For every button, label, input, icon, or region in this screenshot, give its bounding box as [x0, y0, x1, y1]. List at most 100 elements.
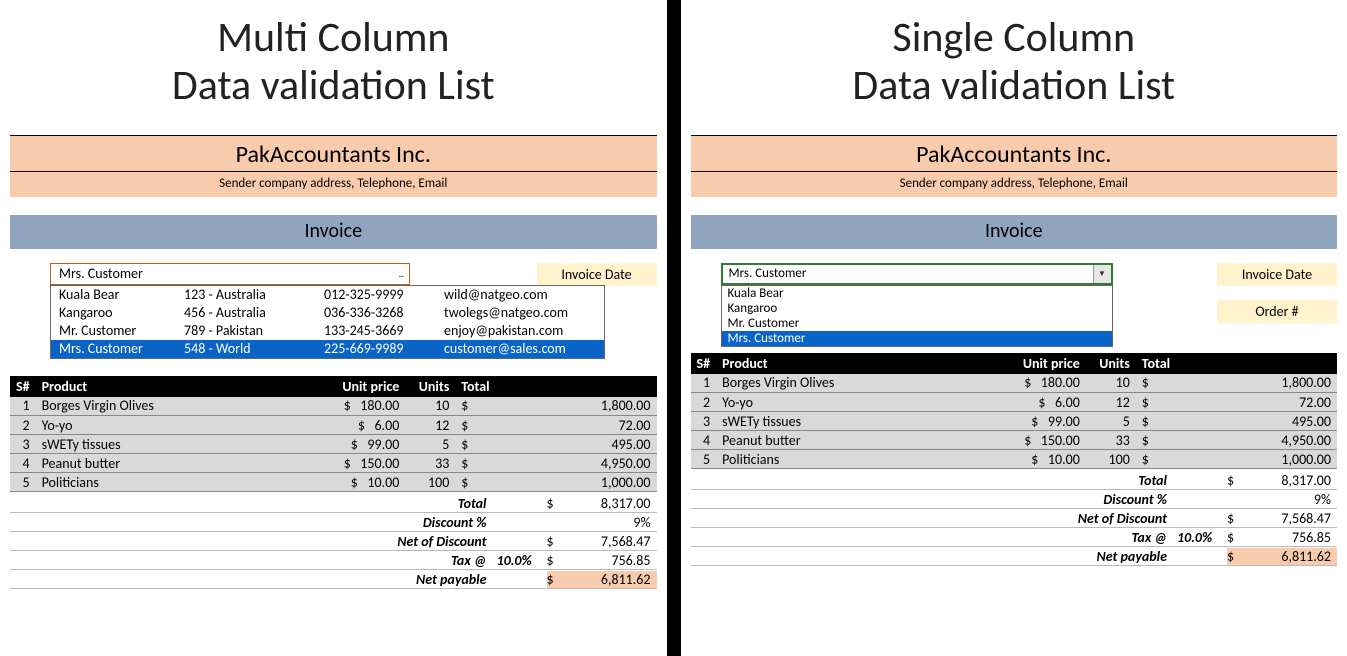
table-row[interactable]: 4Peanut butter$ 150.0033$4,950.00	[691, 431, 1338, 450]
dropdown-row[interactable]: Kuala Bear 123 - Australia 012-325-9999 …	[51, 286, 604, 304]
company-sub: Sender company address, Telephone, Email	[691, 172, 1338, 197]
cell-total: 1,800.00	[1155, 374, 1337, 393]
cell-unit-price: $ 99.00	[996, 412, 1086, 431]
cell-total: 4,950.00	[474, 454, 656, 473]
cell-total: 1,000.00	[1155, 450, 1337, 469]
headline-single: Single Column Data validation List	[691, 14, 1338, 111]
cell-sn: 2	[10, 416, 36, 435]
summary-pct: 10.0%	[1177, 529, 1227, 546]
dropdown-row[interactable]: Kuala Bear	[722, 286, 1112, 301]
customer-combo-multi[interactable]: Mrs. Customer ... Kuala Bear 123 - Austr…	[50, 263, 410, 286]
invoice-band: Invoice	[10, 215, 657, 249]
cell-sn: 5	[691, 450, 717, 469]
combo-dropdown-multi[interactable]: Kuala Bear 123 - Australia 012-325-9999 …	[50, 285, 605, 359]
controls-row: Mrs. Customer ▼ Kuala Bear Kangaroo Mr. …	[691, 263, 1338, 323]
ellipsis-icon[interactable]: ...	[396, 267, 405, 280]
summary-label: Net of Discount	[747, 510, 1177, 527]
cell-sn: 4	[10, 454, 36, 473]
summary-label: Total	[747, 472, 1177, 489]
invoice-table: S# Product Unit price Units Total 1Borge…	[691, 353, 1338, 470]
cell-unit-price: $ 99.00	[315, 435, 405, 454]
summary-label: Tax @	[67, 552, 497, 569]
chevron-down-icon[interactable]: ▼	[1093, 265, 1111, 283]
dd-name: Kuala Bear	[59, 286, 184, 303]
dd-email: customer@sales.com	[444, 340, 596, 357]
cell-sn: 2	[691, 393, 717, 412]
invoice-date-label: Invoice Date	[1217, 263, 1337, 286]
cell-total: 1,800.00	[474, 397, 656, 416]
summary-block: Total$8,317.00Discount %9%Net of Discoun…	[10, 494, 657, 589]
dropdown-row-selected[interactable]: Mrs. Customer	[722, 331, 1112, 346]
summary-value: 7,568.47	[1247, 510, 1337, 527]
cell-sn: 1	[10, 397, 36, 416]
summary-row: Net payable$6,811.62	[10, 570, 657, 589]
summary-row: Discount %9%	[10, 513, 657, 532]
table-row[interactable]: 5Politicians$ 10.00100$1,000.00	[691, 450, 1338, 469]
summary-row: Net of Discount$7,568.47	[10, 532, 657, 551]
cell-units: 5	[405, 435, 455, 454]
cell-curr: $	[455, 473, 474, 492]
dd-addr: 456 - Australia	[184, 304, 324, 321]
summary-row: Tax @10.0%$756.85	[691, 528, 1338, 547]
dd-email: enjoy@pakistan.com	[444, 322, 596, 339]
cell-units: 10	[405, 397, 455, 416]
dropdown-row[interactable]: Kangaroo 456 - Australia 036-336-3268 tw…	[51, 304, 604, 322]
th-sn: S#	[10, 376, 36, 397]
table-row[interactable]: 2Yo-yo$ 6.0012$72.00	[691, 393, 1338, 412]
table-row[interactable]: 2Yo-yo$ 6.0012$72.00	[10, 416, 657, 435]
th-units: Units	[405, 376, 455, 397]
cell-curr: $	[455, 397, 474, 416]
summary-currency: $	[547, 571, 567, 588]
company-band: PakAccountants Inc. Sender company addre…	[10, 135, 657, 197]
dd-phone: 036-336-3268	[324, 304, 444, 321]
headline-line2: Data validation List	[172, 60, 495, 111]
combo-dropdown-single[interactable]: Kuala Bear Kangaroo Mr. Customer Mrs. Cu…	[721, 285, 1113, 347]
cell-units: 12	[405, 416, 455, 435]
invoice-band: Invoice	[691, 215, 1338, 249]
summary-row: Discount % 9%	[691, 490, 1338, 509]
dd-phone: 225-669-9989	[324, 340, 444, 357]
dropdown-row[interactable]: Mr. Customer 789 - Pakistan 133-245-3669…	[51, 322, 604, 340]
table-row[interactable]: 3sWETy tissues$ 99.005$495.00	[691, 412, 1338, 431]
dd-name: Mr. Customer	[59, 322, 184, 339]
customer-combo-single[interactable]: Mrs. Customer ▼ Kuala Bear Kangaroo Mr. …	[721, 263, 1113, 323]
cell-total: 495.00	[474, 435, 656, 454]
headline-line1: Multi Column	[217, 12, 449, 63]
dropdown-row-selected[interactable]: Mrs. Customer 548 - World 225-669-9989 c…	[51, 340, 604, 358]
summary-label: Net payable	[747, 548, 1177, 565]
table-row[interactable]: 3sWETy tissues$ 99.005$495.00	[10, 435, 657, 454]
panel-multi-column: Multi Column Data validation List PakAcc…	[0, 0, 667, 656]
cell-product: sWETy tissues	[36, 435, 316, 454]
summary-value: 756.85	[1247, 529, 1337, 546]
th-unit-price: Unit price	[315, 376, 405, 397]
combo-input[interactable]: Mrs. Customer ▼	[721, 263, 1113, 285]
cell-sn: 3	[691, 412, 717, 431]
summary-label: Discount %	[747, 491, 1177, 508]
table-row[interactable]: 1Borges Virgin Olives$ 180.0010$1,800.00	[10, 397, 657, 416]
summary-value: 7,568.47	[567, 533, 657, 550]
cell-units: 12	[1086, 393, 1136, 412]
cell-units: 33	[405, 454, 455, 473]
summary-row: Net payable$6,811.62	[691, 547, 1338, 566]
cell-product: Borges Virgin Olives	[36, 397, 316, 416]
company-sub: Sender company address, Telephone, Email	[10, 172, 657, 197]
dropdown-row[interactable]: Mr. Customer	[722, 316, 1112, 331]
cell-product: sWETy tissues	[716, 412, 996, 431]
cell-total: 495.00	[1155, 412, 1337, 431]
cell-curr: $	[1136, 431, 1155, 450]
dropdown-row[interactable]: Kangaroo	[722, 301, 1112, 316]
table-body: 1Borges Virgin Olives$ 180.0010$1,800.00…	[10, 397, 657, 492]
cell-units: 33	[1086, 431, 1136, 450]
summary-row: Tax @10.0%$756.85	[10, 551, 657, 570]
cell-curr: $	[1136, 393, 1155, 412]
summary-pct: 10.0%	[497, 552, 547, 569]
vertical-divider	[667, 0, 681, 656]
table-row[interactable]: 4Peanut butter$ 150.0033$4,950.00	[10, 454, 657, 473]
table-row[interactable]: 5Politicians$ 10.00100$1,000.00	[10, 473, 657, 492]
cell-sn: 1	[691, 374, 717, 393]
summary-value: 9%	[1247, 491, 1337, 508]
combo-input[interactable]: Mrs. Customer ...	[50, 263, 410, 285]
combo-value: Mrs. Customer	[729, 266, 807, 281]
cell-total: 72.00	[1155, 393, 1337, 412]
table-row[interactable]: 1Borges Virgin Olives$ 180.0010$1,800.00	[691, 374, 1338, 393]
